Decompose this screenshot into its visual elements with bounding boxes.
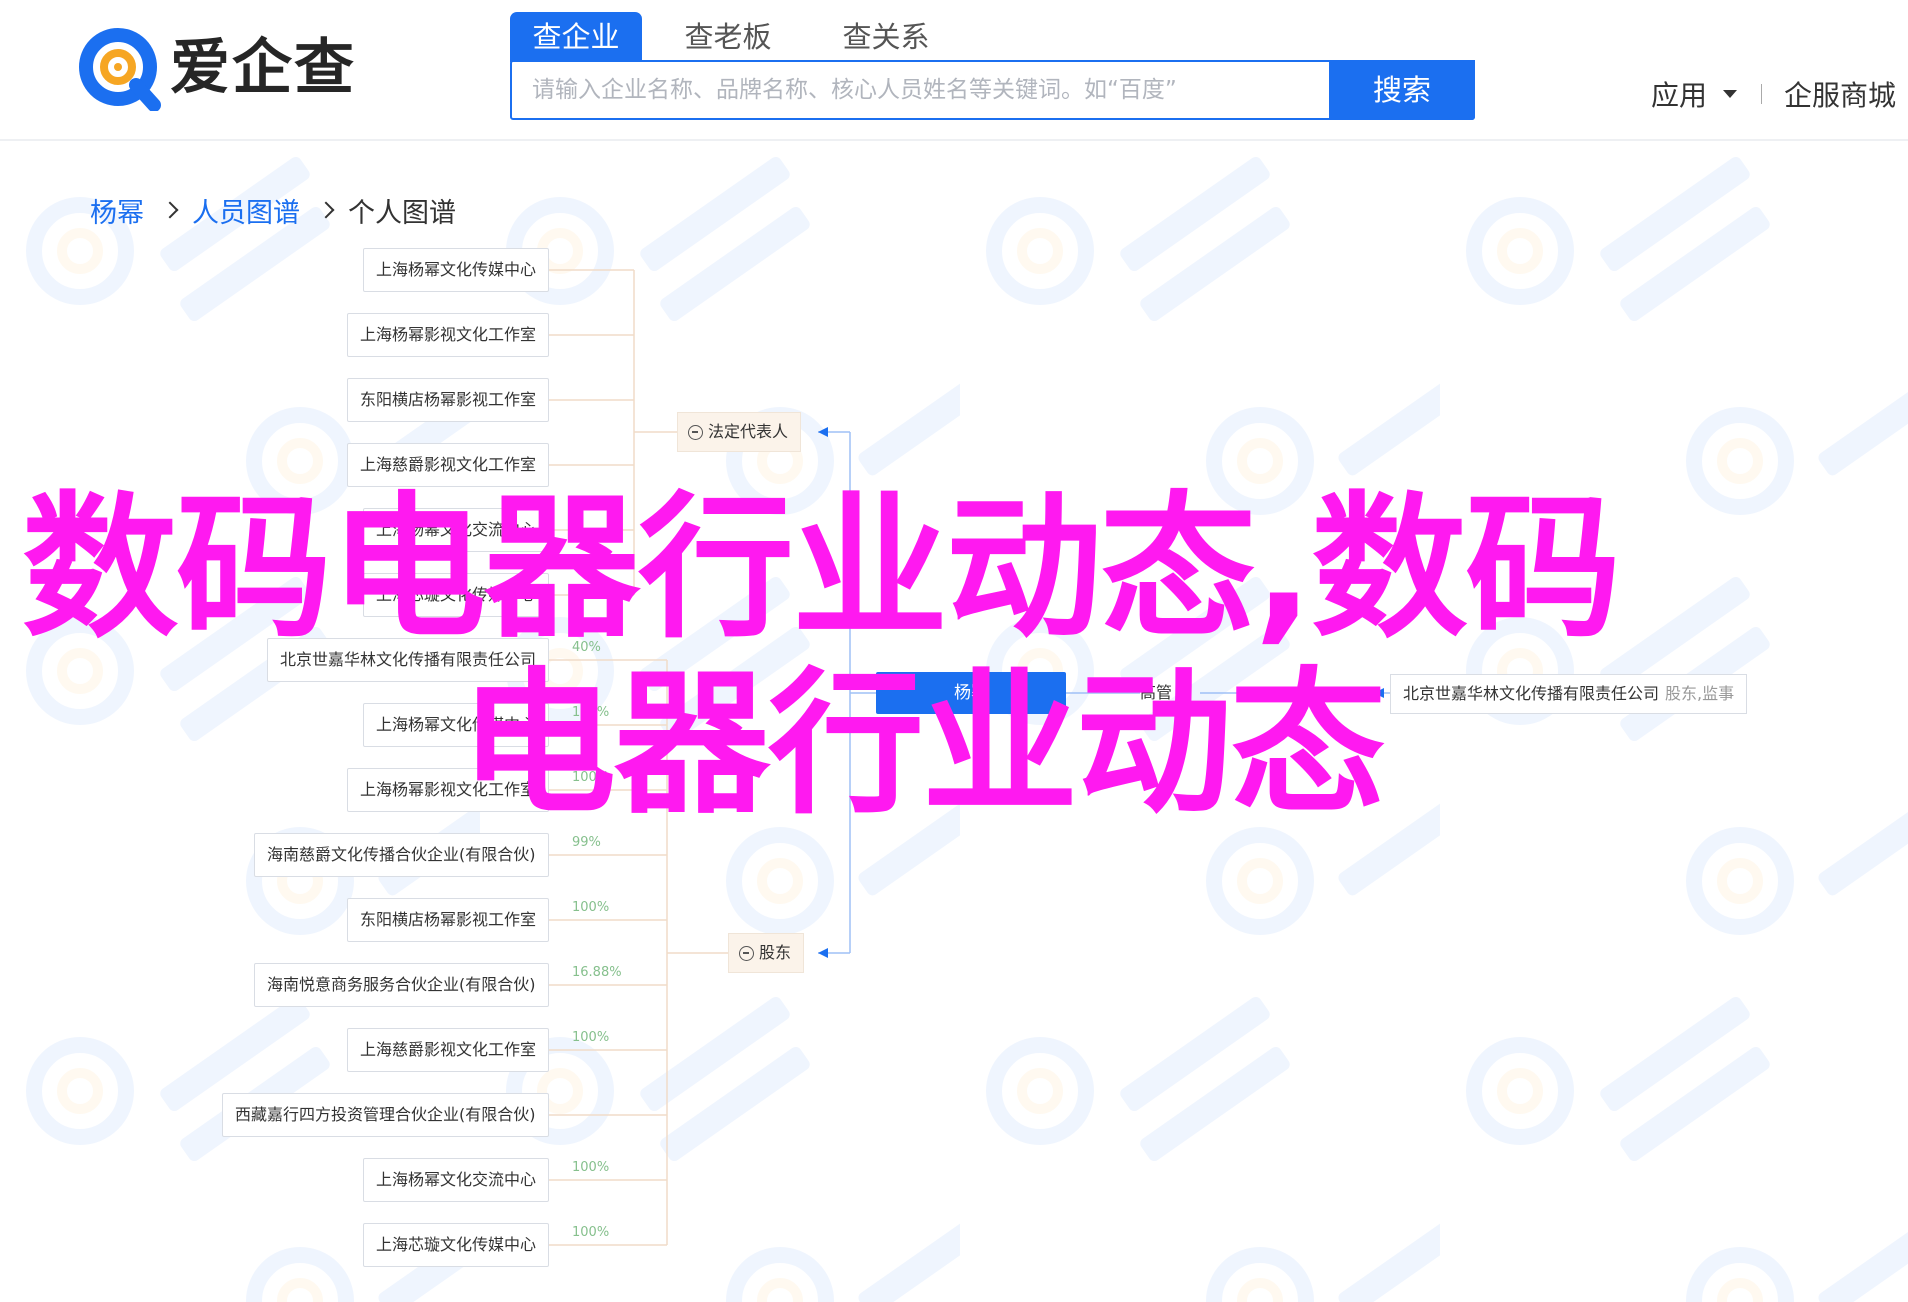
company-node[interactable]: 东阳横店杨幂影视工作室 [347, 378, 550, 422]
share-percent: 99% [572, 835, 601, 850]
company-node[interactable]: 东阳横店杨幂影视工作室 [347, 898, 550, 942]
collapse-icon [688, 424, 703, 440]
company-node[interactable]: 上海杨幂文化传媒中心 [363, 703, 550, 747]
search-input[interactable] [512, 62, 1328, 118]
company-node[interactable]: 海南慈爵文化传播合伙企业(有限合伙) [254, 833, 549, 877]
search-button[interactable]: 搜索 [1329, 60, 1475, 120]
apps-menu[interactable]: 应用 [1651, 74, 1737, 114]
search-bar: 搜索 [510, 60, 1475, 120]
share-percent: 100% [572, 1160, 610, 1175]
share-percent: 100% [572, 900, 610, 915]
company-node[interactable]: 上海慈爵影视文化工作室 [347, 443, 550, 487]
share-percent: 100% [572, 705, 610, 720]
share-percent: 40% [572, 640, 601, 655]
share-percent: 100% [572, 770, 610, 785]
arrow-left-icon [1374, 688, 1384, 698]
breadcrumb-people-graph[interactable]: 人员图谱 [192, 191, 300, 230]
investee-name: 北京世嘉华林文化传播有限责任公司 [1403, 684, 1660, 703]
company-node[interactable]: 西藏嘉行四方投资管理合伙企业(有限合伙) [222, 1093, 549, 1137]
company-node[interactable]: 上海芯璇文化传媒中心 [363, 573, 550, 617]
caret-down-icon [1722, 90, 1737, 98]
company-node[interactable]: 上海杨幂文化交流中心 [363, 508, 550, 552]
share-percent: 100% [572, 1030, 610, 1045]
breadcrumb-person[interactable]: 杨幂 [90, 191, 144, 230]
legal-rep-label: 法定代表人 [708, 422, 789, 441]
service-mall-link[interactable]: 企服商城 [1784, 74, 1896, 114]
header-nav: 应用 企服商城 [1651, 70, 1896, 118]
company-node[interactable]: 上海芯璇文化传媒中心 [363, 1223, 550, 1267]
tab-company[interactable]: 查企业 [510, 12, 642, 62]
logo-icon[interactable] [78, 25, 164, 111]
company-node[interactable]: 上海慈爵影视文化工作室 [347, 1028, 550, 1072]
arrow-left-icon [818, 427, 828, 437]
arrow-left-icon [818, 948, 828, 958]
company-node[interactable]: 上海杨幂影视文化工作室 [347, 768, 550, 812]
company-node[interactable]: 上海杨幂文化交流中心 [363, 1158, 550, 1202]
collapse-icon [739, 945, 754, 961]
legal-rep-group[interactable]: 法定代表人 [677, 412, 802, 452]
logo-text[interactable]: 爱企查 [170, 28, 356, 108]
breadcrumb: 杨幂 人员图谱 个人图谱 [90, 190, 456, 230]
investee-node[interactable]: 北京世嘉华林文化传播有限责任公司 股东,监事 [1390, 674, 1748, 714]
center-person-node[interactable]: 杨幂 [876, 672, 1066, 714]
chevron-right-icon [161, 201, 179, 219]
top-header: 爱企查 查企业 查老板 查关系 搜索 应用 企服商城 [0, 0, 1908, 141]
nav-divider [1760, 84, 1762, 104]
executive-group-label: 高管 [1140, 683, 1173, 702]
share-percent: 16.88% [572, 965, 622, 980]
apps-menu-label: 应用 [1650, 79, 1707, 112]
company-node[interactable]: 上海杨幂文化传媒中心 [363, 248, 550, 292]
investee-role: 股东,监事 [1665, 684, 1735, 703]
tab-boss[interactable]: 查老板 [662, 12, 794, 62]
share-percent: 100% [572, 1225, 610, 1240]
company-node[interactable]: 上海杨幂影视文化工作室 [347, 313, 550, 357]
company-node[interactable]: 海南悦意商务服务合伙企业(有限合伙) [254, 963, 549, 1007]
company-node[interactable]: 北京世嘉华林文化传播有限责任公司 [267, 638, 550, 682]
breadcrumb-current: 个人图谱 [348, 197, 456, 229]
shareholder-label: 股东 [759, 943, 792, 962]
tab-relation[interactable]: 查关系 [820, 12, 952, 62]
page-root: 爱企查 查企业 查老板 查关系 搜索 应用 企服商城 杨幂 人员图谱 个人图谱 [0, 0, 1908, 1302]
shareholder-group[interactable]: 股东 [728, 933, 805, 973]
chevron-right-icon [317, 201, 335, 219]
